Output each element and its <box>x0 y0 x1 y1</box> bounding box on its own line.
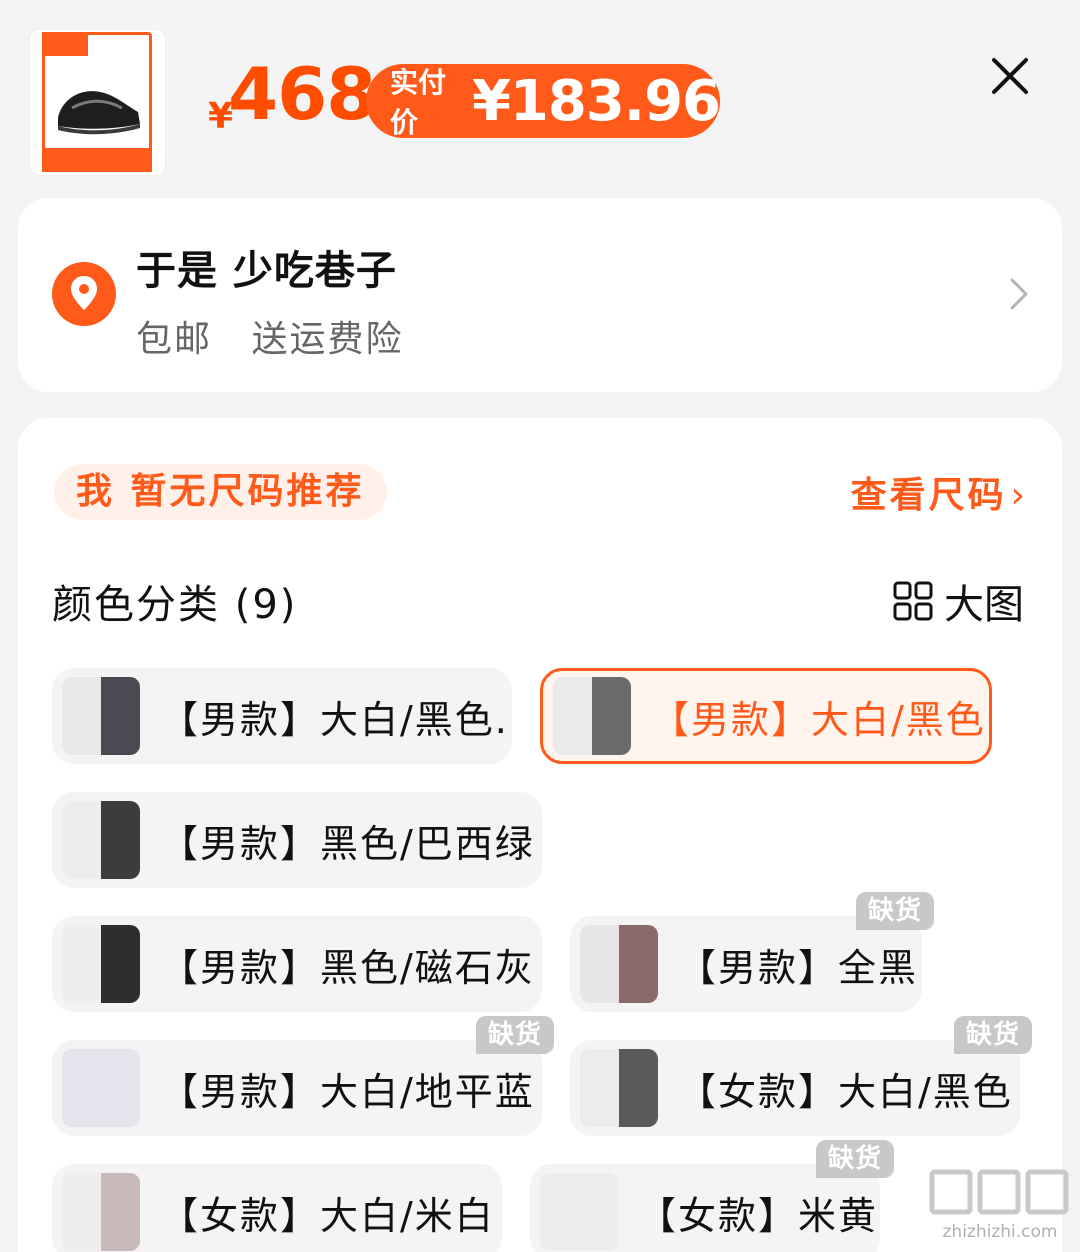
watermark-text: zhizhizhi.com <box>942 1222 1058 1242</box>
original-price: 468 <box>228 52 376 136</box>
shipping-tags: 包邮 送运费险 <box>136 310 403 362</box>
paid-price-pill: 实付价 ¥183.96 <box>366 64 721 139</box>
option-thumbnail <box>62 801 140 879</box>
out-of-stock-badge: 缺货 <box>816 1140 895 1178</box>
option-label: 【男款】黑色/磁石灰 <box>160 945 535 990</box>
color-option[interactable]: 【男款】全黑 <box>570 916 922 1012</box>
color-option[interactable]: 【女款】大白/米白 <box>52 1164 502 1252</box>
chevron-right-icon: › <box>1010 475 1028 516</box>
out-of-stock-badge: 缺货 <box>954 1016 1033 1054</box>
chevron-right-icon[interactable] <box>1006 274 1032 314</box>
out-of-stock-badge: 缺货 <box>476 1016 555 1054</box>
recipient-address: 于是 少吃巷子 <box>136 248 397 294</box>
option-thumbnail <box>580 925 658 1003</box>
thumbnail-banner <box>42 148 152 172</box>
option-thumbnail <box>62 925 140 1003</box>
option-label: 【女款】大白/米白 <box>160 1193 495 1238</box>
option-label: 【男款】大白/黑色. <box>160 697 509 742</box>
paid-price-value: ¥183.96 <box>471 68 721 134</box>
big-image-label: 大图 <box>944 582 1024 628</box>
location-pin-icon <box>52 262 116 326</box>
option-thumbnail <box>62 677 140 755</box>
option-thumbnail <box>62 1049 140 1127</box>
option-thumbnail <box>553 677 631 755</box>
option-label: 【男款】大白/黑色 <box>651 697 986 742</box>
view-size-label: 查看尺码 <box>850 475 1007 516</box>
option-thumbnail <box>540 1173 618 1251</box>
out-of-stock-badge: 缺货 <box>856 892 935 930</box>
color-option-selected[interactable]: 【男款】大白/黑色 <box>540 668 992 764</box>
option-thumbnail <box>580 1049 658 1127</box>
option-label: 【女款】米黄 <box>638 1193 879 1238</box>
color-option[interactable]: 【男款】黑色/磁石灰 <box>52 916 542 1012</box>
color-option[interactable]: 【男款】黑色/巴西绿 <box>52 792 542 888</box>
shoe-image <box>58 91 140 135</box>
option-label: 【女款】大白/黑色 <box>678 1069 1013 1114</box>
color-option[interactable]: 【女款】大白/黑色 <box>570 1040 1020 1136</box>
color-category-title: 颜色分类 (9) <box>52 582 298 628</box>
thumbnail-tag <box>42 32 88 56</box>
option-label: 【男款】全黑 <box>678 945 919 990</box>
sku-selector: 我 暂无尺码推荐 查看尺码 › 颜色分类 (9) 大图 【男款】大白/黑色. 【男… <box>18 418 1062 1252</box>
option-thumbnail <box>62 1173 140 1251</box>
grid-icon <box>893 581 933 621</box>
view-size-link[interactable]: 查看尺码 › <box>851 466 1028 518</box>
shipping-tag-insurance: 送运费险 <box>251 319 404 360</box>
color-option[interactable]: 【男款】大白/地平蓝 <box>52 1040 542 1136</box>
close-icon[interactable] <box>988 54 1032 98</box>
sku-header: ¥ 468 实付价 ¥183.96 <box>0 0 1080 200</box>
product-thumbnail[interactable] <box>30 30 165 175</box>
option-label: 【男款】大白/地平蓝 <box>160 1069 535 1114</box>
option-label: 【男款】黑色/巴西绿 <box>160 821 535 866</box>
size-recommendation: 我 暂无尺码推荐 <box>54 464 387 520</box>
paid-price-label: 实付价 <box>390 66 447 139</box>
shipping-tag-free: 包邮 <box>136 319 213 360</box>
color-option[interactable]: 【男款】大白/黑色. <box>52 668 512 764</box>
big-image-toggle[interactable]: 大图 <box>892 572 1024 630</box>
address-card[interactable]: 于是 少吃巷子 包邮 送运费险 <box>18 198 1062 392</box>
